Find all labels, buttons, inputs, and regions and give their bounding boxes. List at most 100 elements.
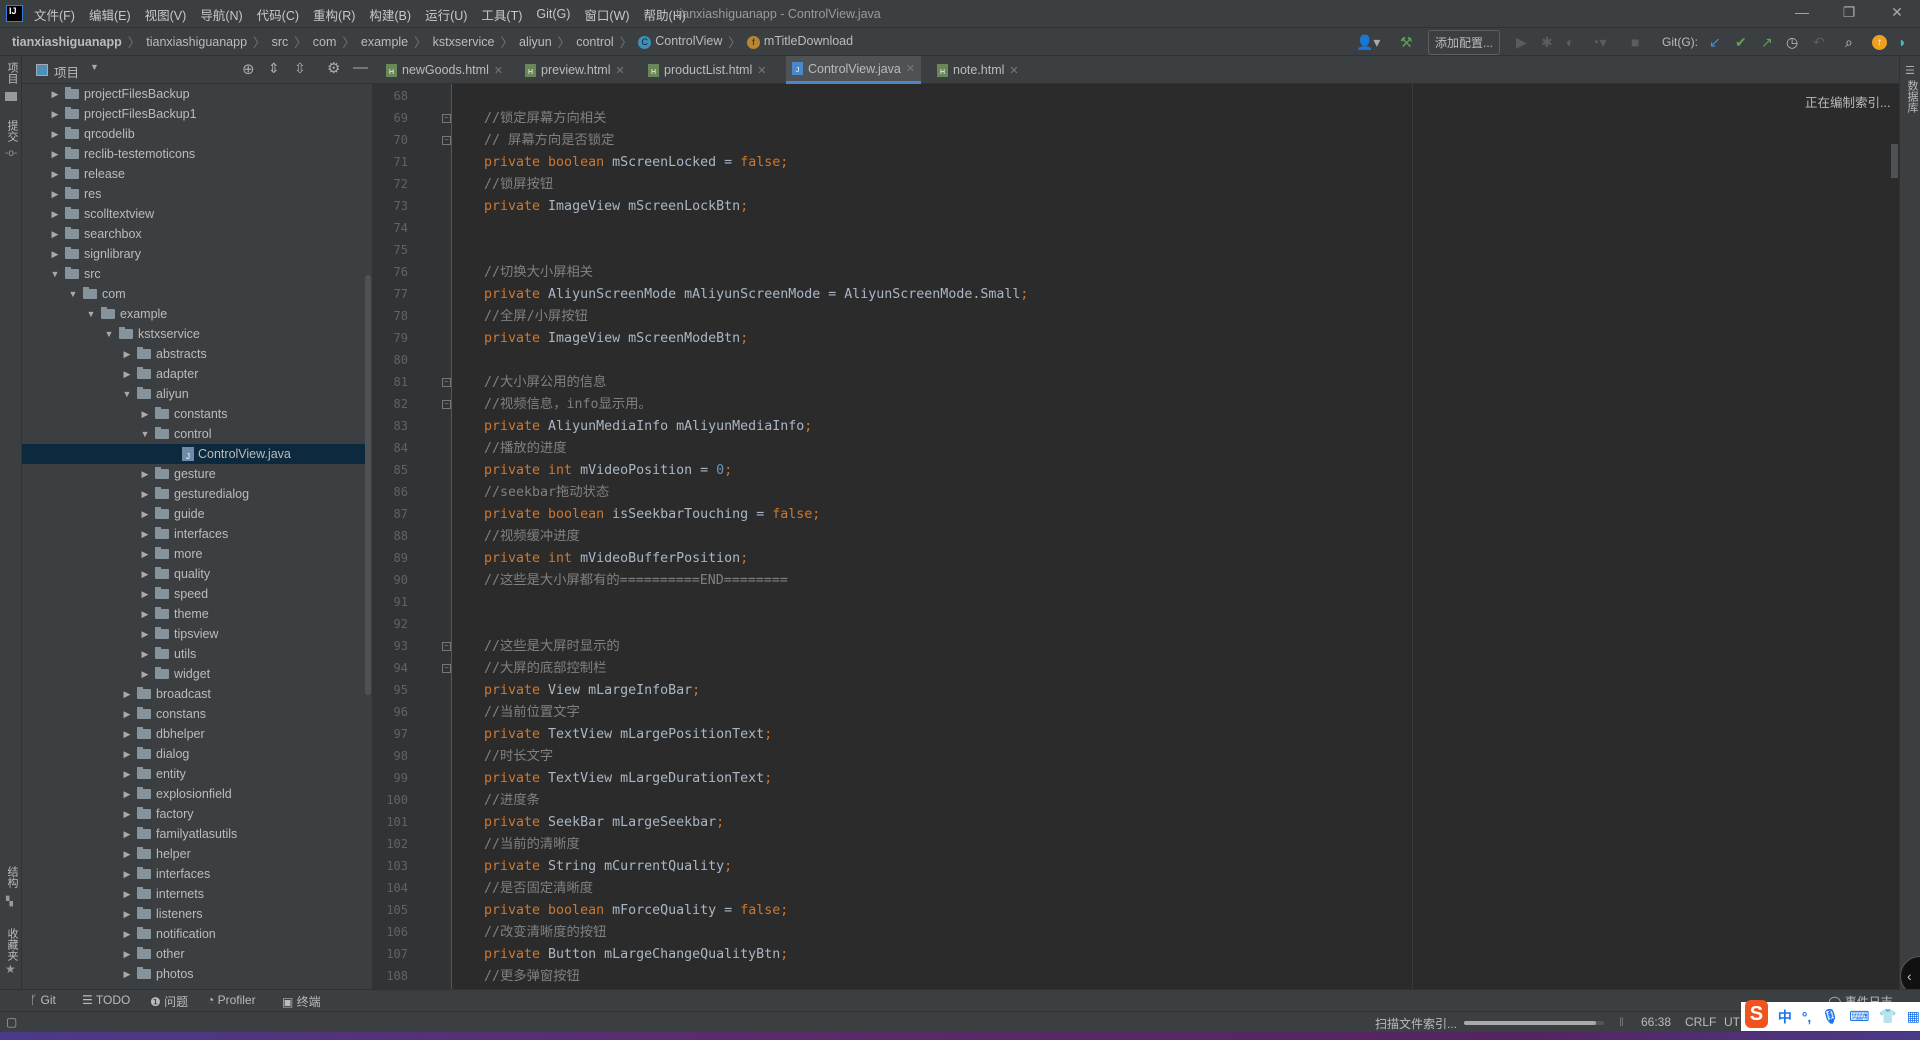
chevron-right-icon[interactable]: ▶ (122, 884, 132, 904)
breadcrumb-field[interactable]: f mTitleDownload (746, 34, 853, 49)
chevron-right-icon[interactable]: ▶ (140, 624, 150, 644)
locate-file-icon[interactable]: ⊕ (242, 60, 255, 78)
close-tab-icon[interactable]: ✕ (757, 64, 766, 77)
chevron-right-icon[interactable]: ▶ (122, 864, 132, 884)
tree-item[interactable]: ▶ broadcast (22, 684, 366, 704)
history-icon[interactable]: ◷ (1786, 28, 1798, 56)
keyboard-icon[interactable]: ⌨ (1849, 1008, 1869, 1025)
chevron-right-icon[interactable]: ▶ (122, 904, 132, 924)
tab-newgoods-html[interactable]: HnewGoods.html ✕ (380, 56, 509, 84)
close-button[interactable]: ✕ (1882, 4, 1912, 24)
tree-item[interactable]: ▶ dbhelper (22, 724, 366, 744)
tree-item[interactable]: ▼ src (22, 264, 366, 284)
tree-item[interactable]: ▼ aliyun (22, 384, 366, 404)
tree-item[interactable]: ▶ helper (22, 844, 366, 864)
pause-icon[interactable]: ‖ (1619, 1015, 1624, 1029)
chevron-right-icon[interactable]: ▶ (50, 184, 60, 204)
chevron-right-icon[interactable]: ▶ (122, 704, 132, 724)
menu-navigate[interactable]: 导航(N) (200, 5, 242, 24)
line-separator[interactable]: CRLF (1685, 1015, 1716, 1029)
commit-tool-button[interactable]: 提交 (4, 120, 20, 142)
menu-refactor[interactable]: 重构(R) (313, 5, 355, 24)
expand-all-icon[interactable]: ⇕ (268, 60, 280, 77)
chevron-right-icon[interactable]: ▶ (140, 544, 150, 564)
tree-item[interactable]: ▶ entity (22, 764, 366, 784)
problems-tool-button[interactable]: ❶ 问题 (150, 993, 188, 1010)
terminal-tool-button[interactable]: ▣ 终端 (282, 993, 321, 1010)
menu-code[interactable]: 代码(C) (257, 5, 299, 24)
tree-item[interactable]: ▶ constants (22, 404, 366, 424)
chevron-right-icon[interactable]: ▶ (140, 564, 150, 584)
tree-item[interactable]: ▶ familyatlasutils (22, 824, 366, 844)
tree-item[interactable]: ▶ constans (22, 704, 366, 724)
tree-item[interactable]: ▶ listeners (22, 904, 366, 924)
coverage-icon[interactable]: ◐ (1566, 28, 1574, 56)
hide-panel-icon[interactable]: — (353, 59, 368, 76)
chevron-right-icon[interactable]: ▶ (140, 484, 150, 504)
chevron-right-icon[interactable]: ▶ (122, 924, 132, 944)
chevron-right-icon[interactable]: ▶ (140, 584, 150, 604)
tree-item[interactable]: ▶ searchbox (22, 224, 366, 244)
chevron-down-icon[interactable]: ▼ (122, 384, 132, 404)
tree-item[interactable]: ▶ gesturedialog (22, 484, 366, 504)
close-tab-icon[interactable]: ✕ (615, 64, 624, 77)
git-push-icon[interactable]: ↗ (1761, 28, 1773, 56)
close-tab-icon[interactable]: ✕ (906, 62, 915, 75)
chevron-right-icon[interactable]: ▶ (50, 84, 60, 104)
database-tool-button[interactable]: 数据库 (1904, 80, 1920, 113)
chevron-right-icon[interactable]: ▶ (140, 464, 150, 484)
chevron-right-icon[interactable]: ▶ (122, 944, 132, 964)
tree-item[interactable]: ▶ abstracts (22, 344, 366, 364)
microphone-icon[interactable]: 🎙 (1821, 1008, 1839, 1025)
menu-run[interactable]: 运行(U) (425, 5, 467, 24)
chevron-right-icon[interactable]: ▶ (122, 844, 132, 864)
tree-item[interactable]: ▶ scolltextview (22, 204, 366, 224)
caret-position[interactable]: 66:38 (1641, 1015, 1671, 1029)
chevron-right-icon[interactable]: ▶ (50, 204, 60, 224)
tree-item[interactable]: ▶ speed (22, 584, 366, 604)
tree-item[interactable]: ▶ factory (22, 804, 366, 824)
tree-item[interactable]: ▶ internets (22, 884, 366, 904)
menu-window[interactable]: 窗口(W) (584, 5, 629, 24)
update-icon[interactable]: ↑ (1872, 28, 1887, 56)
ime-mode-toggle[interactable]: 中 (1778, 1007, 1792, 1027)
breadcrumb-item[interactable]: example (361, 35, 408, 49)
breadcrumb-item[interactable]: com (313, 35, 337, 49)
breadcrumb-item[interactable]: src (272, 35, 289, 49)
chevron-right-icon[interactable]: ▶ (140, 604, 150, 624)
tree-item[interactable]: ▶ gesture (22, 464, 366, 484)
search-icon[interactable]: ⌕ (1845, 28, 1853, 56)
tree-item[interactable]: ▼ example (22, 304, 366, 324)
chevron-right-icon[interactable]: ▶ (50, 224, 60, 244)
tree-item[interactable]: ▶ other (22, 944, 366, 964)
close-tab-icon[interactable]: ✕ (494, 64, 503, 77)
chevron-right-icon[interactable]: ▶ (50, 164, 60, 184)
chevron-down-icon[interactable]: ▼ (140, 424, 150, 444)
add-configuration-button[interactable]: 添加配置... (1428, 29, 1501, 55)
chevron-right-icon[interactable]: ▶ (140, 644, 150, 664)
run-icon[interactable]: ▶ (1516, 28, 1527, 56)
sogou-logo[interactable]: S (1745, 999, 1768, 1028)
tree-item[interactable]: ▶ res (22, 184, 366, 204)
fold-marker-icon[interactable]: − (442, 136, 451, 145)
chevron-right-icon[interactable]: ▶ (140, 524, 150, 544)
tab-productlist-html[interactable]: HproductList.html ✕ (642, 56, 772, 84)
chevron-down-icon[interactable]: ▼ (50, 264, 60, 284)
tab-controlview-java[interactable]: J ControlView.java ✕ (786, 56, 922, 84)
tree-item[interactable]: ▶ guide (22, 504, 366, 524)
breadcrumb-item[interactable]: kstxservice (433, 35, 495, 49)
menu-git[interactable]: Git(G) (536, 7, 570, 21)
tree-item[interactable]: ▼ control (22, 424, 366, 444)
tree-item[interactable]: ▶ dialog (22, 744, 366, 764)
tree-item[interactable]: ▶ notification (22, 924, 366, 944)
build-hammer-icon[interactable]: ⚒ (1400, 28, 1413, 56)
tab-note-html[interactable]: Hnote.html ✕ (931, 56, 1025, 84)
chevron-right-icon[interactable]: ▶ (140, 404, 150, 424)
chevron-right-icon[interactable]: ▶ (140, 664, 150, 684)
editor-scrollbar[interactable] (1891, 144, 1898, 178)
chevron-right-icon[interactable]: ▶ (122, 684, 132, 704)
structure-tool-button[interactable]: 结构 (4, 866, 20, 888)
tree-item[interactable]: ▶ quality (22, 564, 366, 584)
git-tool-button[interactable]: ᚴ Git (30, 993, 56, 1007)
fold-marker-icon[interactable]: − (442, 642, 451, 651)
